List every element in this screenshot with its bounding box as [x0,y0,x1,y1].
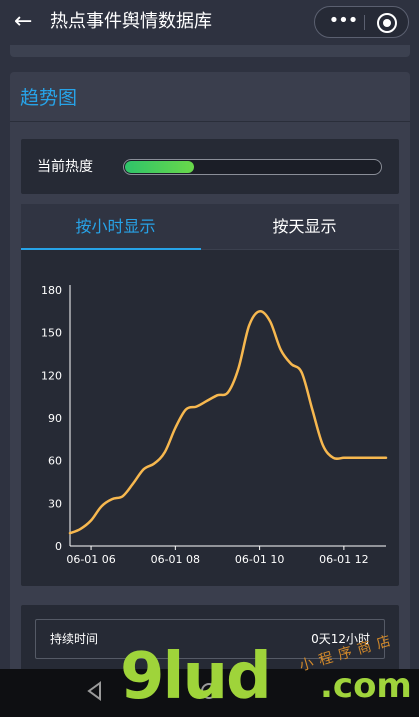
y-tick-label: 180 [41,284,62,297]
y-tick-label: 30 [48,497,62,510]
chart-card: 按小时显示 按天显示 0 30 60 90 120 150 180 06-01 06 06-01… [21,204,399,586]
more-dots-icon[interactable]: ••• [325,7,361,37]
x-tick-label: 06-01 12 [319,553,368,566]
site-watermark: 9lud 小程序商店 .com [120,632,412,717]
y-tick-label: 60 [48,455,62,468]
duration-label: 持续时间 [50,632,99,646]
back-arrow-icon[interactable]: ← [14,10,38,34]
target-circle-icon[interactable] [377,13,397,33]
trend-line-chart: 0 30 60 90 120 150 180 06-01 06 06-01 08 06-01 10… [41,284,388,566]
y-tick-label: 120 [41,369,62,382]
heat-progress-fill [125,161,194,173]
trend-panel-title: 趋势图 [20,87,78,109]
heat-progress-track [123,159,382,175]
tab-by-hour[interactable]: 按小时显示 [21,204,210,250]
x-tick-label: 06-01 06 [66,553,115,566]
y-tick-label: 90 [48,412,62,425]
x-tick-label: 06-01 08 [151,553,200,566]
panel-title-divider [10,121,410,122]
watermark-main: 9lud [120,640,272,714]
x-tick-label: 06-01 10 [235,553,284,566]
title-bar: ← 热点事件舆情数据库 ••• [0,0,419,45]
y-tick-label: 150 [41,327,62,340]
current-heat-label: 当前热度 [37,159,93,175]
watermark-suffix: .com [320,666,412,706]
series-line-heat [68,310,388,535]
triangle-back-icon[interactable] [87,681,103,701]
mini-program-capsule: ••• [314,6,409,38]
page-title: 热点事件舆情数据库 [50,11,212,32]
current-heat-row: 当前热度 [21,139,399,194]
capsule-divider [364,15,365,30]
y-tick-label: 0 [55,540,62,553]
tab-by-day[interactable]: 按天显示 [210,204,399,250]
chart-tabs: 按小时显示 按天显示 [21,204,399,250]
previous-card-bottom [10,45,410,57]
